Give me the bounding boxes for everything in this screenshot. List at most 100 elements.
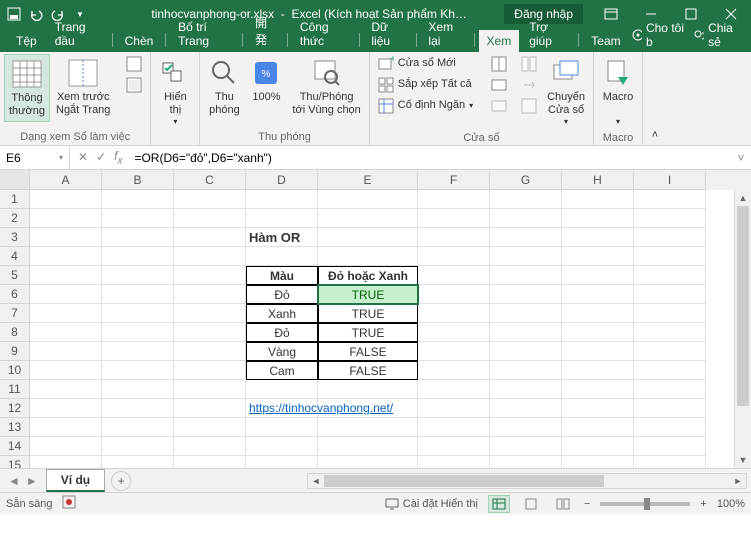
row-header[interactable]: 7 bbox=[0, 304, 30, 323]
zoom-button[interactable]: Thu phóng bbox=[204, 54, 244, 120]
row-header[interactable]: 4 bbox=[0, 247, 30, 266]
tell-me[interactable]: Cho tôi b bbox=[631, 21, 685, 49]
zoom-handle[interactable] bbox=[644, 498, 650, 510]
table-cell[interactable]: Đỏ bbox=[246, 323, 318, 342]
pagebreak-view-icon[interactable] bbox=[552, 495, 574, 513]
table-cell[interactable]: FALSE bbox=[318, 361, 418, 380]
zoom-level[interactable]: 100% bbox=[717, 498, 745, 510]
ribbon-options-icon[interactable] bbox=[591, 0, 631, 28]
row-header[interactable]: 11 bbox=[0, 380, 30, 399]
row-header[interactable]: 10 bbox=[0, 361, 30, 380]
tab-dev[interactable]: 開発 bbox=[247, 10, 283, 52]
row-header[interactable]: 12 bbox=[0, 399, 30, 418]
row-header[interactable]: 13 bbox=[0, 418, 30, 437]
col-header[interactable]: F bbox=[418, 170, 490, 190]
display-settings-button[interactable]: Cài đặt Hiển thị bbox=[385, 497, 478, 511]
col-header[interactable]: G bbox=[490, 170, 562, 190]
sync-scroll-button[interactable] bbox=[517, 75, 541, 95]
cell-title[interactable]: Hàm OR bbox=[246, 228, 318, 247]
arrange-all-button[interactable]: Sắp xếp Tất cả bbox=[374, 75, 477, 95]
enter-formula-icon[interactable]: ✓ bbox=[96, 150, 106, 164]
unhide-button[interactable] bbox=[487, 96, 511, 116]
table-header[interactable]: Đỏ hoặc Xanh bbox=[318, 266, 418, 285]
col-header[interactable]: A bbox=[30, 170, 102, 190]
tab-insert[interactable]: Chèn bbox=[117, 30, 162, 52]
show-button[interactable]: Hiển thị▾ bbox=[155, 54, 195, 130]
vertical-scrollbar[interactable]: ▲ ▼ bbox=[734, 190, 751, 468]
row-header[interactable]: 6 bbox=[0, 285, 30, 304]
sheet-tab[interactable]: Ví dụ bbox=[46, 469, 105, 492]
side-by-side-button[interactable] bbox=[517, 54, 541, 74]
table-cell[interactable]: Xanh bbox=[246, 304, 318, 323]
scroll-thumb[interactable] bbox=[324, 475, 604, 487]
select-all-corner[interactable] bbox=[0, 170, 30, 190]
hide-button[interactable] bbox=[487, 75, 511, 95]
pagebreak-button[interactable]: Xem trước Ngắt Trang bbox=[52, 54, 114, 120]
macro-record-icon[interactable] bbox=[62, 495, 76, 512]
fx-icon[interactable]: fx bbox=[114, 149, 122, 166]
col-header[interactable]: D bbox=[246, 170, 318, 190]
col-header[interactable]: C bbox=[174, 170, 246, 190]
name-box-input[interactable] bbox=[6, 151, 59, 165]
normal-view-button[interactable]: Thông thường bbox=[4, 54, 50, 122]
table-cell[interactable]: Cam bbox=[246, 361, 318, 380]
row-header[interactable]: 8 bbox=[0, 323, 30, 342]
zoom-selection-button[interactable]: Thu/Phóng tới Vùng chọn bbox=[288, 54, 364, 120]
macros-button[interactable]: Macro▾ bbox=[598, 54, 638, 130]
expand-formula-bar-icon[interactable]: ˅ bbox=[731, 151, 751, 165]
row-header[interactable]: 2 bbox=[0, 209, 30, 228]
row-header[interactable]: 14 bbox=[0, 437, 30, 456]
tab-review[interactable]: Xem lại bbox=[420, 16, 469, 52]
share-button[interactable]: Chia sẻ bbox=[693, 21, 741, 49]
split-button[interactable] bbox=[487, 54, 511, 74]
switch-windows-button[interactable]: Chuyển Cửa sổ▾ bbox=[543, 54, 589, 130]
page-layout-button[interactable] bbox=[122, 75, 146, 95]
undo-icon[interactable] bbox=[28, 6, 44, 22]
scroll-right-icon[interactable]: ► bbox=[730, 474, 746, 488]
row-header[interactable]: 3 bbox=[0, 228, 30, 247]
chevron-down-icon[interactable]: ▾ bbox=[59, 153, 63, 162]
row-header[interactable]: 5 bbox=[0, 266, 30, 285]
sheet-next-icon[interactable]: ► bbox=[26, 474, 38, 488]
tab-file[interactable]: Tệp bbox=[8, 30, 45, 52]
new-window-button[interactable]: +Cửa sổ Mới bbox=[374, 54, 477, 74]
zoom-slider[interactable] bbox=[600, 502, 690, 506]
table-header[interactable]: Màu bbox=[246, 266, 318, 285]
new-sheet-button[interactable]: + bbox=[111, 471, 131, 491]
col-header[interactable]: I bbox=[634, 170, 706, 190]
sheet-prev-icon[interactable]: ◄ bbox=[8, 474, 20, 488]
cancel-formula-icon[interactable]: ✕ bbox=[78, 150, 88, 164]
col-header[interactable]: H bbox=[562, 170, 634, 190]
collapse-ribbon-button[interactable]: ˄ bbox=[643, 52, 667, 145]
zoom-out-button[interactable]: − bbox=[584, 498, 590, 510]
row-header[interactable]: 9 bbox=[0, 342, 30, 361]
scroll-left-icon[interactable]: ◄ bbox=[308, 474, 324, 488]
tab-view[interactable]: Xem bbox=[479, 30, 520, 52]
zoom-100-button[interactable]: % 100% bbox=[246, 54, 286, 107]
table-cell[interactable]: FALSE bbox=[318, 342, 418, 361]
tab-formulas[interactable]: Công thức bbox=[292, 16, 355, 52]
scroll-thumb[interactable] bbox=[737, 206, 749, 406]
row-header[interactable]: 15 bbox=[0, 456, 30, 468]
table-cell-selected[interactable]: TRUE bbox=[318, 285, 418, 304]
col-header[interactable]: B bbox=[102, 170, 174, 190]
reset-position-button[interactable] bbox=[517, 96, 541, 116]
col-header[interactable]: E bbox=[318, 170, 418, 190]
page-layout-icon[interactable] bbox=[520, 495, 542, 513]
tab-home[interactable]: Trang đầu bbox=[47, 16, 108, 52]
horizontal-scrollbar[interactable]: ◄ ► bbox=[307, 473, 747, 489]
tab-help[interactable]: Trợ giúp bbox=[521, 16, 574, 52]
scroll-down-icon[interactable]: ▼ bbox=[735, 452, 751, 468]
hyperlink-cell[interactable]: https://tinhocvanphong.net/ bbox=[246, 399, 318, 418]
table-cell[interactable]: TRUE bbox=[318, 323, 418, 342]
tab-data[interactable]: Dữ liệu bbox=[363, 16, 411, 52]
formula-input[interactable] bbox=[130, 146, 731, 169]
table-cell[interactable]: Đỏ bbox=[246, 285, 318, 304]
scroll-up-icon[interactable]: ▲ bbox=[735, 190, 751, 206]
row-header[interactable]: 1 bbox=[0, 190, 30, 209]
custom-views-button[interactable] bbox=[122, 54, 146, 74]
save-icon[interactable] bbox=[6, 6, 22, 22]
grid-body[interactable]: 1 2 3 Hàm OR 4 5 MàuĐỏ hoặc Xanh 6 ĐỏTRUE 7… bbox=[0, 190, 751, 468]
name-box[interactable]: ▾ bbox=[0, 146, 70, 169]
normal-view-icon[interactable] bbox=[488, 495, 510, 513]
